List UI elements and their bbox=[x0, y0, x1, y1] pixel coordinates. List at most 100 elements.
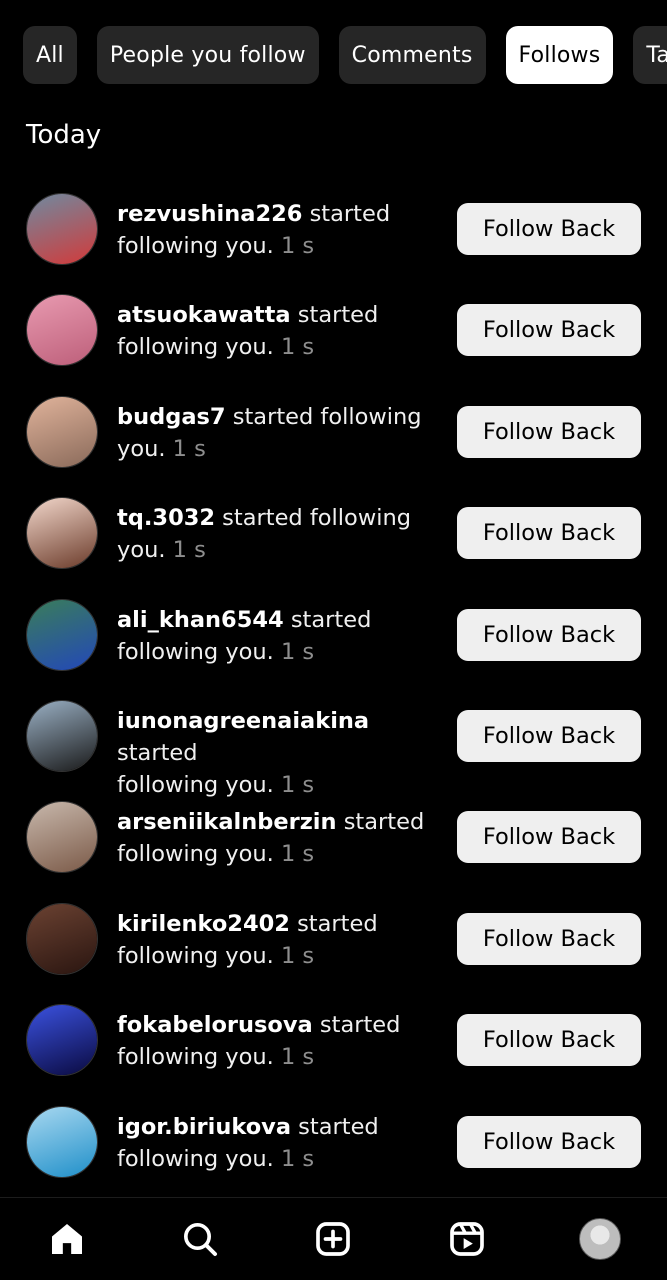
follow-back-button[interactable]: Follow Back bbox=[457, 304, 641, 357]
avatar-image bbox=[27, 498, 97, 569]
avatar[interactable] bbox=[26, 598, 98, 671]
avatar[interactable] bbox=[26, 902, 98, 975]
timestamp: 1 s bbox=[165, 435, 206, 462]
timestamp: 1 s bbox=[273, 1145, 315, 1172]
follow-back-button[interactable]: Follow Back bbox=[457, 912, 641, 965]
nav-reels[interactable] bbox=[437, 1209, 497, 1269]
username-link[interactable]: budgas7 bbox=[117, 404, 226, 430]
follow-back-button[interactable]: Follow Back bbox=[457, 811, 641, 864]
follow-back-button[interactable]: Follow Back bbox=[457, 203, 641, 255]
timestamp: 1 s bbox=[273, 638, 315, 665]
username-link[interactable]: igor.biriukova bbox=[117, 1114, 291, 1140]
notification-row: ali_khan6544 started following you. 1 s Fo… bbox=[0, 584, 667, 685]
avatar-image bbox=[27, 700, 97, 771]
notification-row: iunonagreenaiakina started following you.… bbox=[0, 685, 667, 798]
section-title: Today bbox=[26, 120, 102, 150]
notification-message: started bbox=[290, 302, 379, 329]
notification-message: started bbox=[291, 1113, 379, 1140]
notification-message-cont: you. bbox=[117, 537, 166, 564]
notification-message: started bbox=[117, 739, 198, 766]
follow-back-button[interactable]: Follow Back bbox=[457, 709, 641, 762]
username-link[interactable]: arseniikalnberzin bbox=[117, 809, 337, 835]
avatar[interactable] bbox=[26, 497, 98, 570]
avatar[interactable] bbox=[26, 395, 98, 468]
username-link[interactable]: rezvushina226 bbox=[117, 201, 302, 227]
follow-back-button[interactable]: Follow Back bbox=[457, 1115, 641, 1168]
notification-text: budgas7 started following you. 1 s bbox=[117, 401, 437, 465]
filter-chips: All People you follow Comments Follows Ta bbox=[23, 26, 667, 84]
username-link[interactable]: fokabelorusova bbox=[117, 1012, 313, 1038]
notification-text: igor.biriukova started following you. 1 s bbox=[117, 1111, 437, 1175]
timestamp: 1 s bbox=[273, 334, 315, 361]
notification-message-cont: you. bbox=[117, 435, 166, 462]
notification-row: rezvushina226 started following you. 1 s F… bbox=[0, 178, 667, 279]
follow-back-button[interactable]: Follow Back bbox=[457, 405, 641, 458]
notification-message: started following bbox=[225, 403, 422, 430]
create-icon bbox=[316, 1222, 351, 1256]
notification-message: started bbox=[289, 910, 378, 937]
nav-profile[interactable] bbox=[570, 1209, 630, 1269]
avatar-image bbox=[27, 903, 97, 974]
avatar[interactable] bbox=[26, 801, 98, 874]
notification-text: ali_khan6544 started following you. 1 s bbox=[117, 604, 437, 668]
avatar-image bbox=[27, 1005, 97, 1076]
avatar-image bbox=[27, 194, 97, 264]
notification-message: started bbox=[283, 606, 372, 633]
home-icon bbox=[51, 1224, 82, 1254]
notification-text: atsuokawatta started following you. 1 s bbox=[117, 299, 437, 363]
search-icon bbox=[184, 1223, 218, 1256]
avatar[interactable] bbox=[26, 193, 98, 265]
filter-chip-follows[interactable]: Follows bbox=[505, 26, 614, 84]
filter-chip-ta[interactable]: Ta bbox=[633, 26, 667, 84]
filter-chip-comments[interactable]: Comments bbox=[338, 26, 486, 84]
notification-message: started bbox=[312, 1012, 401, 1039]
bottom-navigation bbox=[0, 1197, 667, 1280]
notification-text: fokabelorusova started following you. 1 s bbox=[117, 1009, 437, 1073]
filter-chip-people-you-follow[interactable]: People you follow bbox=[96, 26, 319, 84]
avatar[interactable] bbox=[26, 699, 98, 772]
avatar-image bbox=[27, 599, 97, 670]
avatar-image bbox=[27, 396, 97, 467]
username-link[interactable]: atsuokawatta bbox=[117, 302, 291, 328]
notification-row: arseniikalnberzin started following you. … bbox=[0, 786, 667, 887]
avatar-image bbox=[27, 802, 97, 873]
notification-message-cont: following you. bbox=[117, 841, 274, 868]
notification-text: arseniikalnberzin started following you. … bbox=[117, 806, 437, 870]
notification-list: rezvushina226 started following you. 1 s F… bbox=[0, 178, 667, 1192]
username-link[interactable]: tq.3032 bbox=[117, 505, 215, 531]
notification-message-cont: following you. bbox=[117, 1044, 274, 1071]
notification-message-cont: following you. bbox=[117, 233, 274, 259]
username-link[interactable]: ali_khan6544 bbox=[117, 607, 284, 633]
timestamp: 1 s bbox=[273, 233, 315, 259]
notification-text: tq.3032 started following you. 1 s bbox=[117, 502, 437, 566]
filter-chip-all[interactable]: All bbox=[23, 26, 77, 84]
timestamp: 1 s bbox=[165, 537, 206, 564]
nav-search[interactable] bbox=[170, 1209, 230, 1269]
nav-create[interactable] bbox=[303, 1209, 363, 1269]
notification-text: kirilenko2402 started following you. 1 s bbox=[117, 908, 437, 972]
notification-message-cont: following you. bbox=[117, 638, 274, 665]
notification-row: igor.biriukova started following you. 1 s… bbox=[0, 1091, 667, 1192]
follow-back-button[interactable]: Follow Back bbox=[457, 1014, 641, 1067]
avatar[interactable] bbox=[26, 1105, 98, 1178]
avatar[interactable] bbox=[26, 1004, 98, 1077]
notification-row: tq.3032 started following you. 1 s Follow … bbox=[0, 482, 667, 583]
username-link[interactable]: kirilenko2402 bbox=[117, 911, 290, 937]
timestamp: 1 s bbox=[273, 841, 315, 868]
username-link[interactable]: iunonagreenaiakina bbox=[117, 708, 369, 734]
notification-row: atsuokawatta started following you. 1 s Fo… bbox=[0, 279, 667, 380]
follow-back-button[interactable]: Follow Back bbox=[457, 608, 641, 661]
follow-back-button[interactable]: Follow Back bbox=[457, 507, 641, 560]
nav-home[interactable] bbox=[37, 1209, 97, 1269]
notification-message: started bbox=[336, 809, 425, 836]
notification-message: started following bbox=[215, 505, 412, 532]
notification-row: budgas7 started following you. 1 s Follow … bbox=[0, 381, 667, 482]
avatar[interactable] bbox=[26, 294, 98, 367]
notification-text: rezvushina226 started following you. 1 s bbox=[117, 198, 437, 262]
reels-icon bbox=[450, 1222, 484, 1256]
notification-message-cont: following you. bbox=[117, 1145, 274, 1172]
notification-row: kirilenko2402 started following you. 1 s F… bbox=[0, 888, 667, 989]
notification-message: started bbox=[302, 201, 391, 227]
timestamp: 1 s bbox=[273, 942, 315, 969]
profile-avatar bbox=[579, 1218, 622, 1260]
